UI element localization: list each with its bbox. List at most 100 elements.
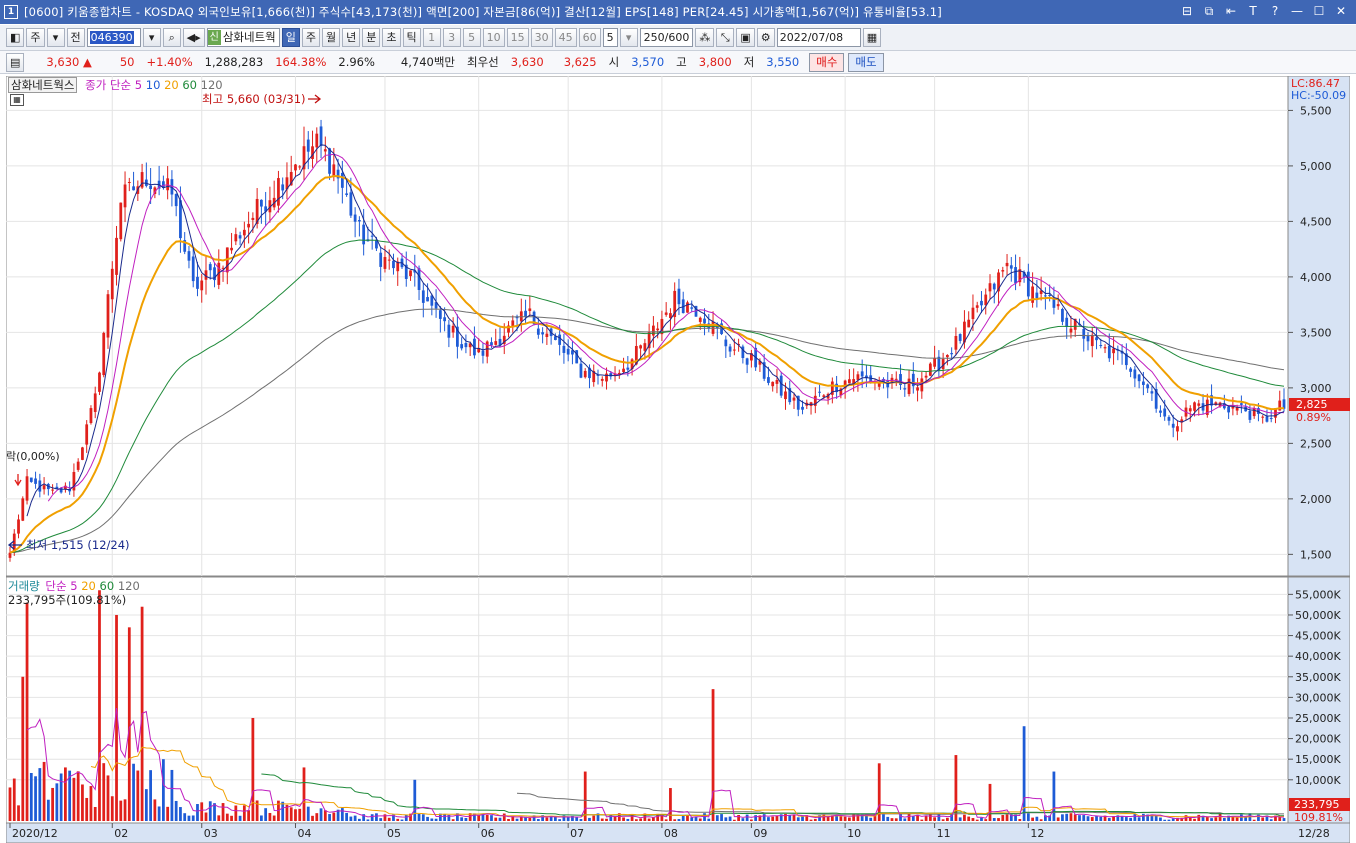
table-view-icon[interactable]: ▦ <box>10 94 24 106</box>
candle-body <box>490 342 493 346</box>
candle-body <box>784 391 787 400</box>
save-icon[interactable]: ▣ <box>736 28 755 47</box>
chart-canvas[interactable]: 1,500 2,000 2,500 3,000 3,500 4,000 4,500 5,000… <box>5 75 1351 843</box>
candle-body <box>856 374 860 380</box>
window-number-icon[interactable]: 1 <box>4 5 18 19</box>
screen-split-icon[interactable]: ⊟ <box>1178 3 1196 20</box>
maximize-icon[interactable]: ☐ <box>1310 3 1328 20</box>
close-icon[interactable]: ✕ <box>1332 3 1350 20</box>
hc-label: HC:-50.09 <box>1291 89 1346 102</box>
volume-bar <box>42 761 46 821</box>
volume-bar <box>711 689 715 821</box>
volume-bar <box>703 813 706 821</box>
volume-bar <box>183 813 187 821</box>
volume-bar <box>941 819 945 821</box>
candle-body <box>166 178 170 191</box>
chart-layout-icon[interactable]: ◧ <box>6 28 25 47</box>
date-input[interactable]: 2022/07/08 <box>776 28 861 47</box>
speaker-icon[interactable]: ◀▸ <box>182 28 205 47</box>
minute-1[interactable]: 1 <box>422 28 441 47</box>
minute-30[interactable]: 30 <box>530 28 553 47</box>
stock-name-field[interactable]: 신 삼화네트웍 <box>206 28 280 47</box>
candle-body <box>358 220 361 222</box>
volume-bar <box>1159 817 1162 821</box>
candle-body <box>1044 295 1047 297</box>
candle-body <box>392 260 395 269</box>
chevron-down-icon[interactable]: ▾ <box>46 28 65 47</box>
volume-bar <box>332 812 336 821</box>
volume-bar <box>515 818 519 821</box>
period-type-select[interactable]: 주 <box>26 28 45 47</box>
candle-body <box>1065 317 1069 327</box>
interval-week[interactable]: 주 <box>301 28 320 47</box>
interval-second[interactable]: 초 <box>382 28 401 47</box>
volume-bar <box>566 817 570 821</box>
interval-year[interactable]: 년 <box>342 28 361 47</box>
stock-label[interactable]: 삼화네트웍스 <box>8 77 78 93</box>
minute-60[interactable]: 60 <box>578 28 601 47</box>
volume-bar <box>127 627 131 821</box>
price-tick-label: 4,500 <box>1300 215 1332 228</box>
interval-day[interactable]: 일 <box>281 28 300 47</box>
drawing-tool-icon[interactable]: ⤡ <box>716 28 735 47</box>
volume-bar <box>1099 816 1103 821</box>
stock-code-input[interactable]: 046390 <box>86 28 141 47</box>
calendar-icon[interactable]: ▦ <box>862 28 882 47</box>
bar-count-input[interactable]: 250/600 <box>639 28 694 47</box>
scope-button[interactable]: 전 <box>66 28 85 47</box>
candle-body <box>711 321 715 334</box>
chart-area[interactable]: 1,500 2,000 2,500 3,000 3,500 4,000 4,500 5,000… <box>5 75 1351 843</box>
search-icon[interactable]: ⌕ <box>162 28 181 47</box>
interval-minute[interactable]: 분 <box>362 28 381 47</box>
buy-button[interactable]: 매수 <box>809 52 845 72</box>
minute-15[interactable]: 15 <box>506 28 529 47</box>
link-icon[interactable]: ⇤ <box>1222 3 1240 20</box>
candle-body <box>200 280 204 291</box>
minimize-icon[interactable]: — <box>1288 3 1306 20</box>
volume-bar <box>792 814 796 821</box>
grid-toggle-icon[interactable]: ▤ <box>6 52 25 72</box>
minute-10[interactable]: 10 <box>482 28 505 47</box>
volume-bar <box>174 800 178 821</box>
code-dropdown-icon[interactable]: ▾ <box>142 28 161 47</box>
volume-bar <box>1244 817 1248 821</box>
volume-bar <box>413 779 417 821</box>
candle-body <box>1227 406 1230 413</box>
candle-body <box>984 294 988 306</box>
settings-gear-icon[interactable]: ⚙ <box>756 28 775 47</box>
candle-body <box>652 325 655 336</box>
price-tick-label: 1,500 <box>1300 548 1332 561</box>
volume-bar <box>383 814 387 821</box>
vma20-label: 20 <box>81 579 96 593</box>
minute-3[interactable]: 3 <box>442 28 461 47</box>
minute-dropdown-icon[interactable]: ▾ <box>619 28 638 47</box>
volume-bar <box>1142 813 1145 821</box>
interval-tick[interactable]: 틱 <box>402 28 421 47</box>
volume-bar <box>1056 817 1060 821</box>
volume-bar <box>750 819 753 821</box>
volume-bar <box>1137 817 1141 821</box>
sell-button[interactable]: 매도 <box>848 52 884 72</box>
minute-5[interactable]: 5 <box>462 28 481 47</box>
volume-bar <box>639 818 642 821</box>
volume-bar <box>843 816 847 821</box>
volume-bar <box>737 814 740 821</box>
candle-body <box>933 358 936 367</box>
copy-window-icon[interactable]: ⧉ <box>1200 3 1218 20</box>
volume-bar <box>958 817 962 821</box>
volume-bar <box>592 815 596 821</box>
help-icon[interactable]: ? <box>1266 3 1284 20</box>
volume-bar <box>1235 817 1239 821</box>
indicator-icon[interactable]: ⁂ <box>695 28 715 47</box>
minute-select[interactable]: 5 <box>602 28 618 47</box>
volume-bar <box>745 814 749 821</box>
font-icon[interactable]: T <box>1244 3 1262 20</box>
volume-bar <box>575 817 579 821</box>
volume-bar <box>490 815 493 821</box>
interval-month[interactable]: 월 <box>322 28 341 47</box>
volume-tick-label: 45,000K <box>1295 630 1341 643</box>
minute-45[interactable]: 45 <box>554 28 577 47</box>
volume-bar <box>204 812 208 821</box>
candle-body <box>1261 416 1265 418</box>
volume-bar <box>281 801 285 821</box>
